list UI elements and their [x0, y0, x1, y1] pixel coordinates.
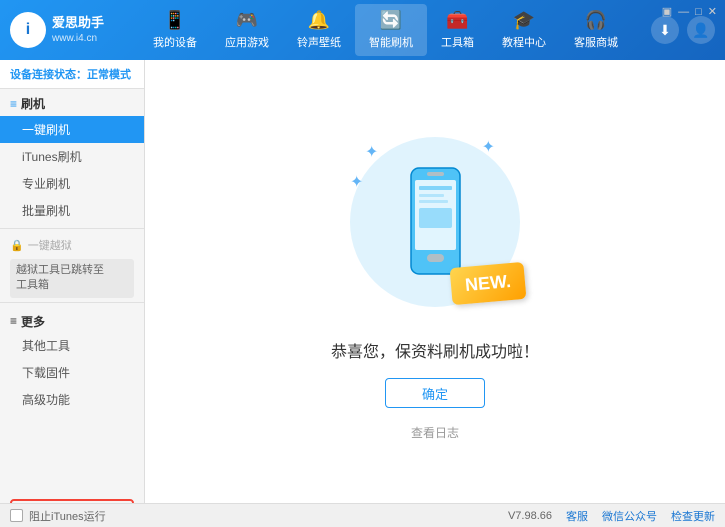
activation-controls: 自动激活 跳时向导 — [10, 499, 134, 503]
sidebar-pro-flash[interactable]: 专业刷机 — [0, 170, 144, 197]
sidebar-spacer — [0, 413, 144, 493]
divider-2 — [0, 302, 144, 303]
itunes-label: 阻止iTunes运行 — [29, 508, 106, 524]
logo-area: i 爱思助手 www.i4.cn — [10, 12, 120, 48]
jailbreak-section-header: 🔒 一键越狱 — [0, 233, 144, 255]
download-button[interactable]: ⬇ — [651, 16, 679, 44]
sparkle-2: ✦ — [482, 137, 495, 157]
status-bar-left: 阻止iTunes运行 — [10, 508, 508, 524]
sidebar-itunes-flash[interactable]: iTunes刷机 — [0, 143, 144, 170]
sidebar-other-tools[interactable]: 其他工具 — [0, 332, 144, 359]
more-section-header: ≡ 更多 — [0, 307, 144, 332]
nav-ringtones[interactable]: 🔔 铃声壁纸 — [283, 4, 355, 56]
log-link[interactable]: 查看日志 — [411, 424, 459, 441]
header: i 爱思助手 www.i4.cn 📱 我的设备 🎮 应用游戏 🔔 铃声壁纸 � — [0, 0, 725, 60]
device-bottom-panel: 自动激活 跳时向导 📱 iPhone 15 Pro Max 512GB iPho… — [0, 493, 144, 503]
sidebar-download-firmware[interactable]: 下载固件 — [0, 359, 144, 386]
nav-bar: 📱 我的设备 🎮 应用游戏 🔔 铃声壁纸 🔄 智能刷机 🧰 工具箱 🎓 — [120, 4, 651, 56]
sparkle-1: ✦ — [365, 142, 378, 162]
version-label: V7.98.66 — [508, 510, 552, 522]
itunes-checkbox[interactable] — [10, 509, 23, 522]
window-controls: ▣ — □ ✕ — [662, 5, 717, 18]
toolbox-icon: 🧰 — [446, 10, 468, 31]
sidebar: 设备连接状态：正常模式 ≡ 刷机 一键刷机 iTunes刷机 专业刷机 批量刷机 — [0, 60, 145, 503]
sidebar-one-key-flash[interactable]: 一键刷机 — [0, 116, 144, 143]
flash-section-header: ≡ 刷机 — [0, 89, 144, 116]
success-illustration: ✦ ✦ ✦ — [335, 122, 535, 322]
flash-icon: ≡ — [10, 97, 17, 111]
lock-icon: 🔒 — [10, 239, 24, 252]
my-device-icon: 📱 — [164, 10, 186, 31]
sparkle-3: ✦ — [350, 172, 363, 192]
divider-1 — [0, 228, 144, 229]
ringtones-icon: 🔔 — [308, 10, 330, 31]
nav-toolbox[interactable]: 🧰 工具箱 — [427, 4, 488, 56]
user-button[interactable]: 👤 — [687, 16, 715, 44]
new-badge: NEW. — [450, 262, 527, 305]
nav-smart-flash[interactable]: 🔄 智能刷机 — [355, 4, 427, 56]
sidebar-batch-flash[interactable]: 批量刷机 — [0, 197, 144, 224]
more-icon: ≡ — [10, 314, 17, 328]
customer-service-link[interactable]: 客服 — [566, 508, 588, 524]
status-bar-right: V7.98.66 客服 微信公众号 检查更新 — [508, 508, 715, 524]
phone-image — [403, 166, 468, 279]
smart-flash-icon: 🔄 — [380, 10, 402, 31]
success-text: 恭喜您，保资料刷机成功啦！ — [331, 338, 539, 362]
tutorials-icon: 🎓 — [513, 10, 535, 31]
nav-apps-games[interactable]: 🎮 应用游戏 — [211, 4, 283, 56]
status-bar: 阻止iTunes运行 V7.98.66 客服 微信公众号 检查更新 — [0, 503, 725, 527]
header-right: ⬇ 👤 — [651, 16, 715, 44]
service-icon: 🎧 — [585, 10, 607, 31]
sidebar-advanced[interactable]: 高级功能 — [0, 386, 144, 413]
main-layout: 设备连接状态：正常模式 ≡ 刷机 一键刷机 iTunes刷机 专业刷机 批量刷机 — [0, 60, 725, 503]
confirm-button[interactable]: 确定 — [385, 378, 485, 408]
apps-games-icon: 🎮 — [236, 10, 258, 31]
content-area: ✦ ✦ ✦ — [145, 60, 725, 503]
nav-tutorials[interactable]: 🎓 教程中心 — [488, 4, 560, 56]
jailbreak-note: 越狱工具已跳转至 工具箱 — [10, 259, 134, 298]
wechat-link[interactable]: 微信公众号 — [602, 508, 657, 524]
logo-text: 爱思助手 www.i4.cn — [52, 15, 104, 45]
connection-status: 设备连接状态：正常模式 — [0, 60, 144, 89]
nav-service[interactable]: 🎧 客服商城 — [560, 4, 632, 56]
logo-icon: i — [10, 12, 46, 48]
nav-my-device[interactable]: 📱 我的设备 — [139, 4, 211, 56]
phone-svg — [403, 166, 468, 276]
check-update-link[interactable]: 检查更新 — [671, 508, 715, 524]
